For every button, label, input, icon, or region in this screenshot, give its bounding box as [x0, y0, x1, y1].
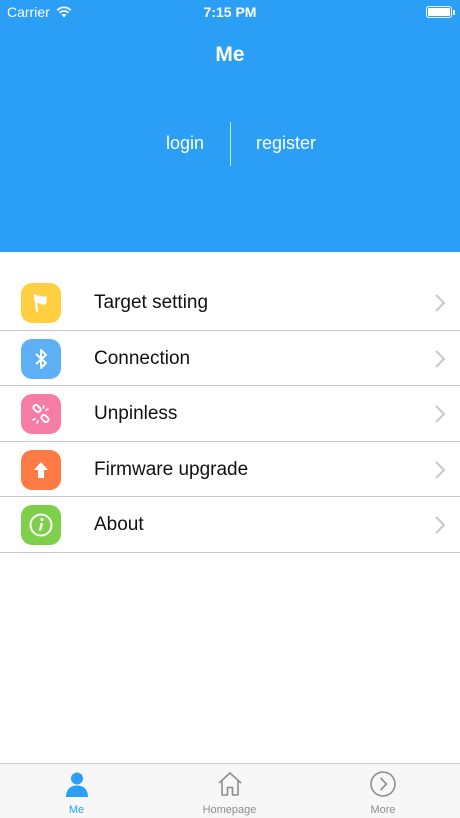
menu-item-target-setting[interactable]: Target setting: [0, 275, 460, 331]
status-bar: Carrier 7:15 PM: [0, 0, 460, 24]
tab-more[interactable]: More: [306, 764, 460, 818]
menu-label: Unpinless: [94, 403, 178, 424]
profile-header: Carrier 7:15 PM Me login register: [0, 0, 460, 252]
status-time: 7:15 PM: [203, 4, 257, 20]
person-icon: [65, 772, 88, 797]
login-button[interactable]: login: [140, 133, 230, 154]
menu-label: Connection: [94, 347, 191, 369]
home-icon: [217, 772, 242, 796]
menu-label: Target setting: [94, 292, 209, 313]
chevron-right-icon: [435, 294, 446, 312]
flag-icon: [21, 283, 61, 323]
tab-label: Homepage: [202, 804, 257, 816]
tab-me[interactable]: Me: [0, 764, 153, 818]
unlink-icon: [21, 394, 61, 434]
settings-menu: Target setting Connection Unpinless Firm…: [0, 275, 460, 553]
menu-item-unpinless[interactable]: Unpinless: [0, 386, 460, 442]
info-icon: [21, 505, 61, 545]
tab-homepage[interactable]: Homepage: [153, 764, 306, 818]
menu-item-firmware-upgrade[interactable]: Firmware upgrade: [0, 442, 460, 497]
menu-item-connection[interactable]: Connection: [0, 331, 460, 386]
auth-row: login register: [0, 122, 460, 166]
chevron-right-icon: [435, 516, 446, 534]
tab-label: Me: [68, 804, 85, 816]
menu-label: Firmware upgrade: [94, 458, 249, 480]
menu-item-about[interactable]: About: [0, 497, 460, 553]
auth-divider: [230, 122, 231, 166]
page-title: Me: [215, 43, 245, 66]
chevron-right-icon: [435, 349, 446, 368]
menu-label: About: [94, 514, 144, 535]
upload-arrow-icon: [21, 449, 61, 490]
chevron-right-icon: [435, 405, 446, 423]
register-button[interactable]: register: [241, 133, 331, 154]
bluetooth-icon: [21, 338, 61, 379]
chevron-right-icon: [435, 460, 446, 479]
tab-bar: Me Homepage More: [0, 763, 460, 818]
battery-icon: [426, 6, 455, 18]
chevron-circle-icon: [370, 771, 396, 797]
tab-label: More: [370, 804, 396, 816]
